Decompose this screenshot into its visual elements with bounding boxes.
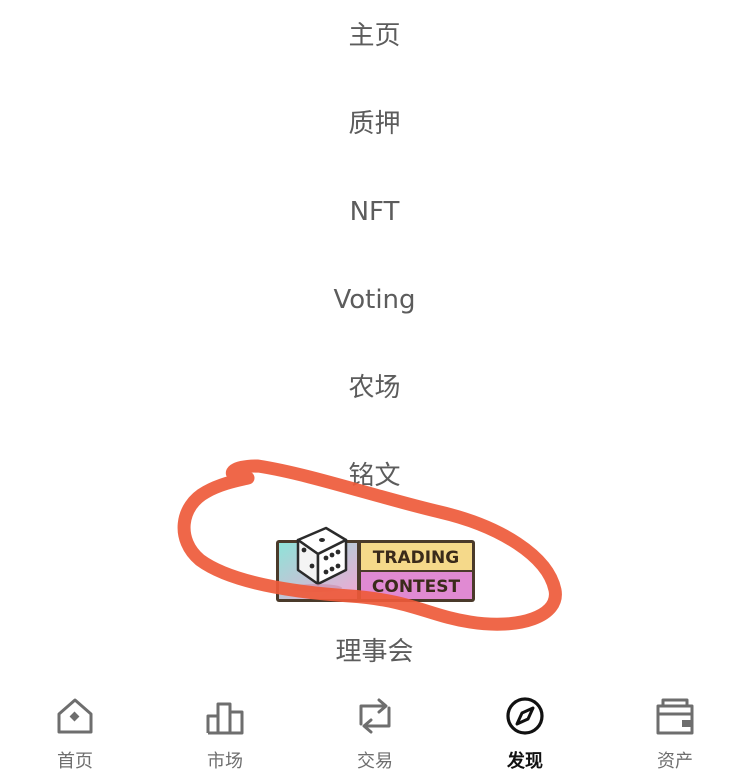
compass-icon: [506, 697, 544, 735]
banner-line1: TRADING: [373, 548, 459, 568]
wallet-icon: [656, 698, 694, 735]
swap-icon: [359, 698, 391, 734]
tab-trade-label: 交易: [357, 751, 393, 772]
trading-contest-banner[interactable]: TRADING CONTEST: [276, 526, 475, 603]
tab-discover[interactable]: 发现: [450, 690, 600, 777]
bottom-tab-bar: 首页 市场 交易 发现 资产: [0, 690, 749, 777]
menu-item-farm[interactable]: 农场: [0, 370, 749, 406]
tab-home-label: 首页: [57, 751, 93, 772]
tab-assets[interactable]: 资产: [600, 690, 749, 777]
home-icon: [57, 698, 93, 734]
menu-item-inscription[interactable]: 铭文: [0, 458, 749, 494]
tab-assets-label: 资产: [657, 751, 693, 772]
menu-item-home[interactable]: 主页: [0, 18, 749, 54]
chart-icon: [206, 702, 244, 735]
menu-item-nft[interactable]: NFT: [0, 194, 749, 230]
tab-trade[interactable]: 交易: [300, 690, 450, 777]
menu-item-staking[interactable]: 质押: [0, 106, 749, 142]
tab-discover-label: 发现: [507, 751, 543, 772]
banner-line2: CONTEST: [372, 577, 461, 597]
menu-item-council[interactable]: 理事会: [0, 634, 749, 670]
tab-market-label: 市场: [207, 751, 243, 772]
tab-market[interactable]: 市场: [150, 690, 300, 777]
discover-menu: 主页 质押 NFT Voting 农场 铭文 TRADING CONTEST 理…: [0, 0, 749, 690]
menu-item-voting[interactable]: Voting: [0, 282, 749, 318]
tab-home[interactable]: 首页: [0, 690, 150, 777]
